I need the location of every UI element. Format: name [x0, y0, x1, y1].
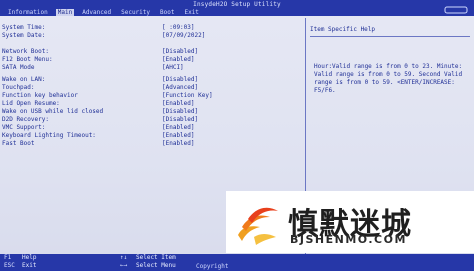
setting-label: Keyboard Lighting Timeout:: [2, 132, 96, 139]
setting-row[interactable]: System Date: [07/09/2022]: [2, 32, 302, 40]
setting-value[interactable]: [Enabled]: [162, 140, 195, 148]
setting-value[interactable]: [Enabled]: [162, 56, 195, 64]
setting-value[interactable]: [Function Key]: [162, 92, 213, 100]
setting-row[interactable]: Network Boot: [Disabled]: [2, 48, 302, 56]
setting-label: SATA Mode: [2, 64, 35, 71]
setting-row[interactable]: Wake on USB while lid closed [Disabled]: [2, 108, 302, 116]
f1-label: Help: [22, 254, 37, 261]
select-item-label: Select Item: [136, 254, 176, 261]
tab-information[interactable]: Information: [6, 9, 50, 16]
setting-row[interactable]: VMC Support: [Enabled]: [2, 124, 302, 132]
setting-row[interactable]: D2D Recovery: [Disabled]: [2, 116, 302, 124]
setting-value[interactable]: [Disabled]: [162, 76, 198, 84]
vendor-logo-icon: [444, 6, 468, 14]
watermark-overlay: 慎默迷城 BJSHENMO.COM: [226, 191, 474, 253]
setting-row[interactable]: Wake on LAN: [Disabled]: [2, 76, 302, 84]
tab-boot[interactable]: Boot: [158, 9, 176, 16]
esc-label: Exit: [22, 262, 37, 269]
setting-row[interactable]: Fast Boot [Enabled]: [2, 140, 302, 148]
tab-advanced[interactable]: Advanced: [80, 9, 113, 16]
setting-label: System Date:: [2, 32, 46, 39]
setting-label: VMC Support:: [2, 124, 46, 131]
menu-bar: InsydeH2O Setup Utility Information Main…: [0, 0, 474, 16]
setting-label: Wake on LAN:: [2, 76, 46, 83]
setting-label: Touchpad:: [2, 84, 35, 91]
tab-exit[interactable]: Exit: [182, 9, 200, 16]
arrow-updown-icon: ↑↓: [120, 254, 128, 261]
setting-value[interactable]: [ :09:03]: [162, 24, 195, 32]
help-text: Hour:Valid range is from 0 to 23. Minute…: [314, 63, 463, 94]
setting-label: Lid Open Resume:: [2, 100, 60, 107]
setting-row[interactable]: Keyboard Lighting Timeout: [Enabled]: [2, 132, 302, 140]
key-legend-bar: F1 Help ESC Exit ↑↓ Select Item ←→ Selec…: [0, 254, 474, 271]
setting-value[interactable]: [Advanced]: [162, 84, 198, 92]
setting-value[interactable]: [07/09/2022]: [162, 32, 205, 40]
setting-label: D2D Recovery:: [2, 116, 49, 123]
setting-row[interactable]: Touchpad: [Advanced]: [2, 84, 302, 92]
setting-value[interactable]: [AHCI]: [162, 64, 184, 72]
help-title: Item Specific Help: [310, 26, 376, 33]
setting-row[interactable]: F12 Boot Menu: [Enabled]: [2, 56, 302, 64]
flame-logo-icon: [238, 207, 278, 245]
select-menu-label: Select Menu: [136, 262, 176, 269]
setting-label: Wake on USB while lid closed: [2, 108, 104, 115]
tab-main[interactable]: Main: [55, 9, 75, 16]
setting-row[interactable]: System Time: [ :09:03]: [2, 24, 302, 32]
setting-label: Fast Boot: [2, 140, 35, 147]
copyright-text: Copyright: [196, 263, 229, 270]
help-divider: [310, 36, 470, 37]
esc-key: ESC: [4, 262, 15, 269]
setting-row[interactable]: Lid Open Resume: [Enabled]: [2, 100, 302, 108]
setting-label: Function key behavior: [2, 92, 78, 99]
tab-bar: Information Main Advanced Security Boot …: [6, 9, 201, 16]
tab-security[interactable]: Security: [119, 9, 152, 16]
setting-value[interactable]: [Enabled]: [162, 132, 195, 140]
utility-title: InsydeH2O Setup Utility: [193, 1, 281, 8]
setting-value[interactable]: [Enabled]: [162, 100, 195, 108]
arrow-leftright-icon: ←→: [120, 262, 128, 269]
setting-label: System Time:: [2, 24, 46, 31]
setting-label: Network Boot:: [2, 48, 49, 55]
watermark-url: BJSHENMO.COM: [290, 233, 407, 246]
setting-row[interactable]: Function key behavior [Function Key]: [2, 92, 302, 100]
setting-row[interactable]: SATA Mode [AHCI]: [2, 64, 302, 72]
f1-key: F1: [4, 254, 12, 261]
setting-value[interactable]: [Disabled]: [162, 48, 198, 56]
setting-label: F12 Boot Menu:: [2, 56, 53, 63]
setting-value[interactable]: [Enabled]: [162, 124, 195, 132]
bios-screen: InsydeH2O Setup Utility Information Main…: [0, 0, 474, 271]
setting-value[interactable]: [Disabled]: [162, 108, 198, 116]
setting-value[interactable]: [Disabled]: [162, 116, 198, 124]
